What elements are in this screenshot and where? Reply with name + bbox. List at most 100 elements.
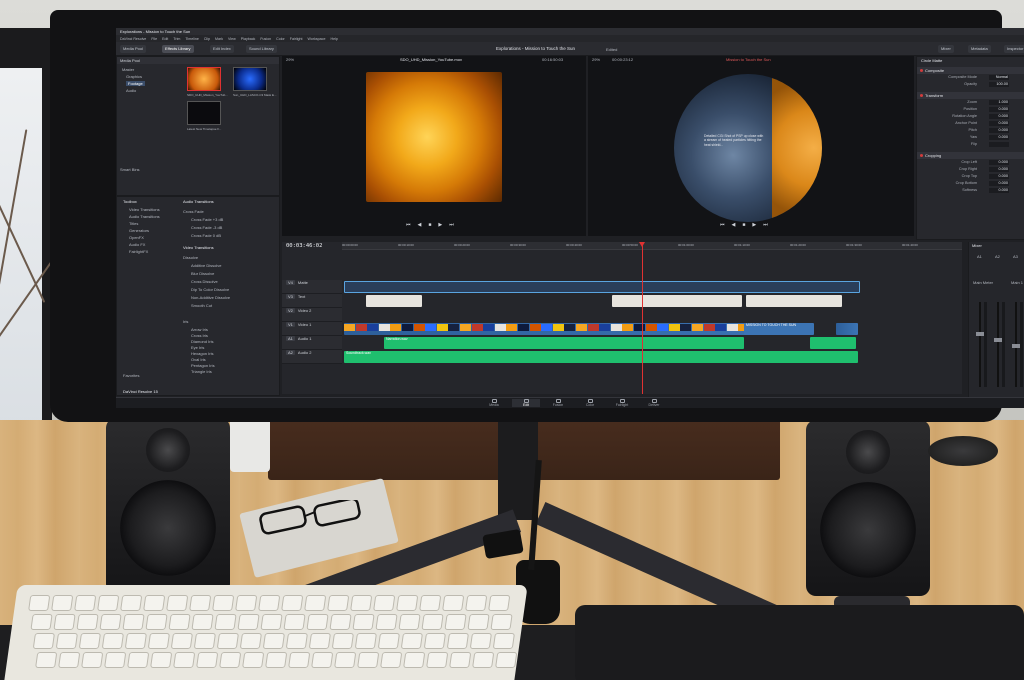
effects-tree-video-transitions[interactable]: Video Transitions (129, 207, 160, 212)
timeline-viewer-zoom[interactable]: 29% (592, 57, 600, 62)
fader-track[interactable] (1012, 302, 1020, 387)
track-header-v2[interactable]: V2 Video 2 (282, 308, 342, 322)
skip-back-icon[interactable]: ⏮ (720, 222, 725, 232)
track-header-a1[interactable]: A1 Audio 1 (282, 336, 342, 350)
effects-tree-openfx[interactable]: OpenFX (129, 235, 144, 240)
inspector-value[interactable]: 0.000 (989, 174, 1009, 179)
audio-clip-narration-2[interactable] (810, 337, 856, 349)
menu-item-file[interactable]: File (151, 37, 157, 41)
inspector-section-cropping[interactable]: Cropping (917, 152, 1024, 159)
inspector-value[interactable]: 1.000 (989, 100, 1009, 105)
effect-item[interactable]: Dip To Color Dissolve (191, 287, 229, 292)
clip-thumb-timelapse[interactable] (187, 101, 221, 125)
media-pool-button[interactable]: Media Pool (120, 45, 147, 53)
track-header-v4[interactable]: V4 Matte (282, 280, 342, 294)
fader-track[interactable] (994, 302, 1002, 387)
clip-thumb-sdo[interactable] (187, 67, 221, 91)
effect-item[interactable]: Arrow Iris (191, 327, 208, 332)
menu-item-davinci-resolve[interactable]: DaVinci Resolve (120, 37, 146, 41)
menu-item-help[interactable]: Help (330, 37, 337, 41)
skip-forward-icon[interactable]: ⏭ (449, 222, 454, 232)
text-clip[interactable] (746, 295, 842, 307)
inspector-value[interactable] (989, 142, 1009, 147)
mixer-button[interactable]: Mixer (938, 45, 954, 53)
skip-forward-icon[interactable]: ⏭ (763, 222, 768, 232)
play-reverse-icon[interactable]: ◀ (732, 222, 736, 232)
menu-item-mark[interactable]: Mark (215, 37, 223, 41)
source-transport-controls[interactable]: ⏮ ◀ ■ ▶ ⏭ (406, 222, 454, 232)
menu-item-timeline[interactable]: Timeline (185, 37, 198, 41)
inspector-value[interactable]: 0.000 (989, 121, 1009, 126)
effect-item[interactable]: Additive Dissolve (191, 263, 221, 268)
timeline-ruler[interactable]: 00:00:00:00 00:00:10:00 00:00:20:00 00:00:3… (342, 242, 962, 250)
effect-item[interactable]: Non-Additive Dissolve (191, 295, 230, 300)
inspector-value[interactable]: 0.000 (989, 128, 1009, 133)
page-tab-color[interactable]: Color (576, 399, 604, 407)
bin-graphics[interactable]: Graphics (126, 74, 142, 79)
menu-item-clip[interactable]: Clip (204, 37, 210, 41)
effect-item[interactable]: Cross Fade +3 dB (191, 217, 223, 222)
timeline-playhead[interactable] (639, 242, 645, 394)
section-enable-icon[interactable] (920, 69, 923, 72)
effect-item[interactable]: Oval Iris (191, 357, 206, 362)
page-tab-edit[interactable]: Edit (512, 399, 540, 407)
text-clip[interactable] (366, 295, 422, 307)
inspector-value[interactable]: Normal (989, 75, 1009, 80)
effect-item[interactable]: Cross Fade 0 dB (191, 233, 221, 238)
effect-item[interactable]: Eye Iris (191, 345, 204, 350)
play-icon[interactable]: ▶ (752, 222, 756, 232)
timeline-transport-controls[interactable]: ⏮ ◀ ■ ▶ ⏭ (720, 222, 768, 232)
track-header-a2[interactable]: A2 Audio 2 (282, 350, 342, 364)
effect-item[interactable]: Hexagon Iris (191, 351, 213, 356)
effects-tree-titles[interactable]: Titles (129, 221, 138, 226)
play-reverse-icon[interactable]: ◀ (418, 222, 422, 232)
effects-tree-toolbox[interactable]: Toolbox (123, 199, 137, 204)
effects-tree-audio-transitions[interactable]: Audio Transitions (129, 214, 160, 219)
video-clip-title-overlay[interactable]: MISSION TO TOUCH THE SUN (744, 323, 814, 335)
bin-audio[interactable]: Audio (126, 88, 136, 93)
page-tab-media[interactable]: Media (480, 399, 508, 407)
stop-icon[interactable]: ■ (428, 222, 431, 232)
menu-item-view[interactable]: View (228, 37, 236, 41)
matte-clip[interactable] (344, 281, 860, 293)
inspector-value[interactable]: 0.000 (989, 188, 1009, 193)
fader-knob[interactable] (994, 338, 1002, 342)
inspector-value[interactable]: 0.000 (989, 114, 1009, 119)
play-icon[interactable]: ▶ (438, 222, 442, 232)
menu-item-workspace[interactable]: Workspace (308, 37, 326, 41)
effect-item[interactable]: Smooth Cut (191, 303, 212, 308)
inspector-value[interactable]: 0.000 (989, 135, 1009, 140)
inspector-section-composite[interactable]: Composite (917, 67, 1024, 74)
effect-item[interactable]: Cross Iris (191, 333, 208, 338)
page-tab-deliver[interactable]: Deliver (640, 399, 668, 407)
inspector-value[interactable]: 0.000 (989, 107, 1009, 112)
menu-item-fusion[interactable]: Fusion (260, 37, 271, 41)
fader-knob[interactable] (1012, 344, 1020, 348)
menu-item-fairlight[interactable]: Fairlight (290, 37, 303, 41)
section-enable-icon[interactable] (920, 94, 923, 97)
track-header-v3[interactable]: V3 Text (282, 294, 342, 308)
skip-back-icon[interactable]: ⏮ (406, 222, 411, 232)
sound-library-button[interactable]: Sound Library (246, 45, 277, 53)
clip-thumb-lasco[interactable] (233, 67, 267, 91)
menu-item-edit[interactable]: Edit (162, 37, 168, 41)
menu-item-playback[interactable]: Playback (241, 37, 256, 41)
inspector-value[interactable]: 100.00 (989, 82, 1009, 87)
text-clip[interactable] (612, 295, 742, 307)
video-clip-v1[interactable] (344, 323, 812, 335)
effect-item[interactable]: Blur Dissolve (191, 271, 214, 276)
effect-item[interactable]: Cross Fade -3 dB (191, 225, 222, 230)
effects-tree-generators[interactable]: Generators (129, 228, 149, 233)
inspector-section-transform[interactable]: Transform (917, 92, 1024, 99)
page-tab-fairlight[interactable]: Fairlight (608, 399, 636, 407)
page-tab-fusion[interactable]: Fusion (544, 399, 572, 407)
source-zoom[interactable]: 29% (286, 57, 294, 62)
menu-item-trim[interactable]: Trim (173, 37, 180, 41)
fader-track[interactable] (976, 302, 984, 387)
effects-library-button[interactable]: Effects Library (162, 45, 194, 53)
audio-clip-music[interactable]: Soundtrack.wav (344, 351, 858, 363)
section-enable-icon[interactable] (920, 154, 923, 157)
effect-item[interactable]: Cross Dissolve (191, 279, 218, 284)
effect-item[interactable]: Triangle Iris (191, 369, 212, 374)
effect-item[interactable]: Pentagon Iris (191, 363, 215, 368)
